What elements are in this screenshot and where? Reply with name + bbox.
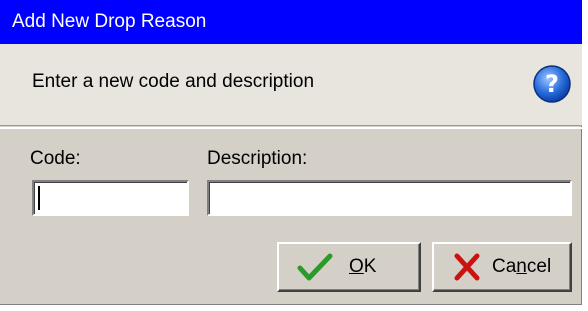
x-icon bbox=[454, 253, 480, 281]
add-drop-reason-dialog: Add New Drop Reason Enter a new code and… bbox=[0, 0, 582, 305]
description-label: Description: bbox=[207, 148, 308, 169]
help-icon[interactable]: ? bbox=[532, 64, 572, 104]
cancel-button-label: Cancel bbox=[492, 256, 552, 277]
svg-text:?: ? bbox=[545, 70, 559, 98]
header-instruction: Enter a new code and description bbox=[32, 71, 315, 92]
cancel-button[interactable]: Cancel bbox=[432, 242, 572, 292]
ok-button[interactable]: OK bbox=[277, 242, 421, 292]
code-label: Code: bbox=[30, 148, 81, 169]
dialog-header: Enter a new code and description ? bbox=[0, 44, 582, 126]
description-input[interactable] bbox=[207, 180, 572, 216]
checkmark-icon bbox=[297, 253, 333, 281]
text-caret bbox=[38, 186, 40, 210]
header-divider bbox=[0, 127, 582, 129]
ok-button-label: OK bbox=[349, 256, 377, 277]
code-input[interactable] bbox=[32, 180, 189, 216]
dialog-title: Add New Drop Reason bbox=[0, 0, 582, 44]
